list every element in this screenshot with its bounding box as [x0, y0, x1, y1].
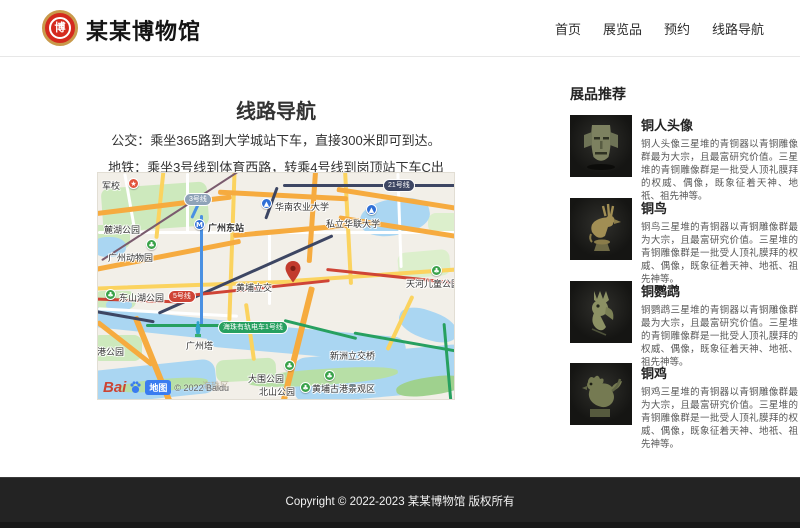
zoo-poi-icon[interactable]: ♣	[146, 239, 157, 250]
map-label-zoo: 广州动物园	[108, 251, 153, 264]
museum-logo-emblem: 博	[49, 17, 71, 39]
bus-route-text: 公交：乘坐365路到大学城站下车，直接300米即可到达。	[97, 130, 455, 149]
military-poi-icon[interactable]: ★	[128, 178, 139, 189]
map-label-hualian-univ: 私立华联大学	[326, 217, 380, 230]
bronze-bird-image	[570, 198, 632, 260]
map-label-xiaogang-park: 晓港公园	[97, 345, 124, 358]
exhibit-desc: 铜鹦鹉三星堆的青铜器以青铜雕像群最为大宗，且最富研究价值。三星堆的青铜雕像群是一…	[641, 304, 798, 369]
park-poi-icon[interactable]: ♣	[324, 370, 335, 381]
park-poi-icon[interactable]: ♣	[105, 289, 116, 300]
exhibit-title[interactable]: 铜人头像	[641, 115, 798, 134]
baidu-map[interactable]: 3号线 21号线 5号线 海珠有轨电车1号线 ★ ♣ M ▲ ▲ ♣ ♣ ♣ ♣…	[97, 172, 455, 400]
park-poi-icon[interactable]: ♣	[284, 360, 295, 371]
exhibit-item-bronze-bird[interactable]: 铜鸟 铜鸟三星堆的青铜器以青铜雕像群最为大宗，且最富研究价值。三星堆的青铜雕像群…	[570, 198, 798, 260]
park-poi-icon[interactable]: ♣	[431, 265, 442, 276]
bronze-rooster-image	[570, 363, 632, 425]
sidebar-recommended: 展品推荐 铜人头像 铜人头像三星堆的青铜器以青铜雕像群最为大宗，且最富研究价值。…	[570, 84, 798, 104]
map-copyright: © 2022 Baidu	[174, 383, 229, 393]
exhibit-item-bronze-rooster[interactable]: 铜鸡 铜鸡三星堆的青铜器以青铜雕像群最为大宗，且最富研究价值。三星堆的青铜雕像群…	[570, 363, 798, 425]
museum-logo-icon[interactable]: 博	[42, 10, 78, 46]
canton-tower-icon[interactable]	[191, 321, 205, 338]
exhibit-title[interactable]: 铜鸟	[641, 198, 798, 217]
exhibit-title[interactable]: 铜鹦鹉	[641, 281, 798, 300]
footer-copyright: Copyright © 2022-2023 某某博物馆 版权所有	[0, 493, 800, 509]
map-label-canton-tower: 广州塔	[186, 339, 213, 352]
map-label-dongshanhu-park: 东山湖公园	[119, 291, 164, 304]
map-label-huangpu-interchange: 黄埔立交	[236, 281, 272, 294]
metro-line5-badge: 5号线	[168, 290, 196, 303]
map-label-beishan-park: 北山公园	[259, 385, 295, 398]
map-label-huangpu-ancient-port: 黄埔古港景观区	[312, 382, 375, 395]
metro-line21	[283, 184, 455, 187]
main-nav: 首页 展览品 预约 线路导航	[555, 0, 764, 57]
site-title: 某某博物馆	[86, 14, 201, 46]
map-label-military: 军校	[102, 179, 120, 192]
map-label-children-park: 天河儿童公园	[406, 277, 455, 290]
metro-line3	[200, 215, 203, 327]
baidu-map-chip: 地图	[145, 380, 171, 395]
nav-item-exhibits[interactable]: 展览品	[603, 19, 642, 38]
footer-bottom-strip	[0, 522, 800, 528]
map-label-dawei-park: 大围公园	[248, 372, 284, 385]
page-title: 线路导航	[97, 95, 455, 124]
nav-item-booking[interactable]: 预约	[664, 19, 690, 38]
header: 博 某某博物馆 首页 展览品 预约 线路导航	[0, 0, 800, 57]
metro-line21-badge: 21号线	[383, 179, 415, 192]
metro-line3-badge: 3号线	[184, 193, 212, 206]
nav-item-route[interactable]: 线路导航	[712, 19, 764, 38]
destination-pin-icon[interactable]	[285, 261, 301, 283]
exhibit-item-bronze-head[interactable]: 铜人头像 铜人头像三星堆的青铜器以青铜雕像群最为大宗，且最富研究价值。三星堆的青…	[570, 115, 798, 177]
university-poi-icon[interactable]: ▲	[366, 204, 377, 215]
map-label-luhu-park: 麓湖公园	[104, 223, 140, 236]
exhibit-desc: 铜鸟三星堆的青铜器以青铜雕像群最为大宗，且最富研究价值。三星堆的青铜雕像群是一批…	[641, 221, 798, 286]
exhibit-desc: 铜鸡三星堆的青铜器以青铜雕像群最为大宗，且最富研究价值。三星堆的青铜雕像群是一批…	[641, 386, 798, 451]
sidebar-heading: 展品推荐	[570, 84, 798, 104]
metro-station-icon[interactable]: M	[194, 219, 205, 230]
map-road	[268, 233, 271, 305]
exhibit-title[interactable]: 铜鸡	[641, 363, 798, 382]
map-label-xinzhou-overpass: 新洲立交桥	[330, 349, 375, 362]
bronze-head-image	[570, 115, 632, 177]
baidu-paw-icon	[129, 381, 142, 394]
exhibit-item-bronze-parrot[interactable]: 铜鹦鹉 铜鹦鹉三星堆的青铜器以青铜雕像群最为大宗，且最富研究价值。三星堆的青铜雕…	[570, 281, 798, 343]
map-label-east-station: 广州东站	[208, 221, 244, 234]
park-poi-icon[interactable]: ♣	[300, 382, 311, 393]
footer: Copyright © 2022-2023 某某博物馆 版权所有	[0, 477, 800, 528]
university-poi-icon[interactable]: ▲	[261, 198, 272, 209]
bronze-parrot-image	[570, 281, 632, 343]
map-label-scau: 华南农业大学	[275, 200, 329, 213]
baidu-attribution[interactable]: Bai 地图 © 2022 Baidu	[103, 379, 229, 396]
tram-line1-badge: 海珠有轨电车1号线	[218, 321, 288, 334]
baidu-logo: Bai	[103, 379, 126, 396]
exhibit-desc: 铜人头像三星堆的青铜器以青铜雕像群最为大宗，且最富研究价值。三星堆的青铜雕像群是…	[641, 138, 798, 203]
nav-item-home[interactable]: 首页	[555, 19, 581, 38]
